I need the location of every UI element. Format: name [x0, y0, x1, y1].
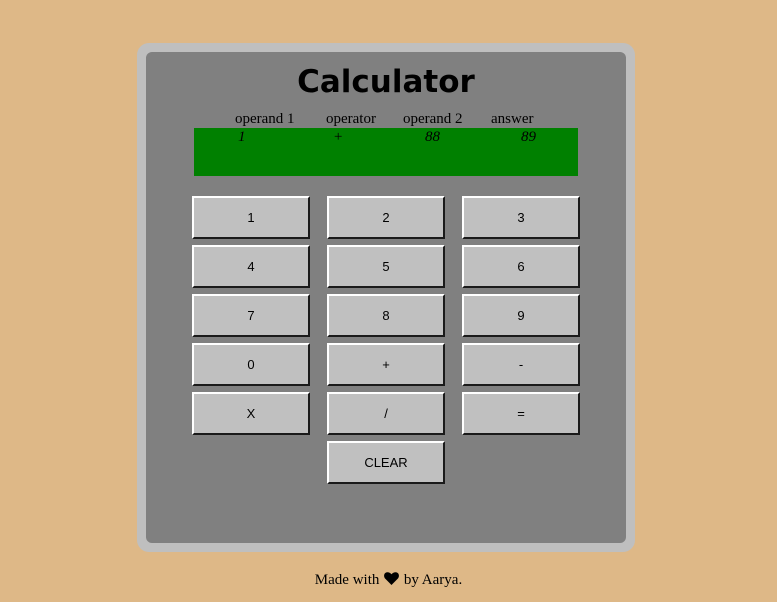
operand-2-value: 88 — [425, 129, 440, 145]
key-6-button[interactable]: 6 — [462, 245, 580, 288]
page-title: Calculator — [297, 64, 475, 100]
key-2-button[interactable]: 2 — [327, 196, 445, 239]
multiply-button[interactable]: X — [192, 392, 310, 435]
operand-1-label: operand 1 — [235, 111, 295, 127]
footer: Made with by Aarya. — [0, 571, 777, 590]
answer-label: answer — [491, 111, 534, 127]
add-button[interactable]: + — [327, 343, 445, 386]
operand-1-value: 1 — [238, 129, 246, 145]
key-4-button[interactable]: 4 — [192, 245, 310, 288]
key-9-button[interactable]: 9 — [462, 294, 580, 337]
subtract-button[interactable]: - — [462, 343, 580, 386]
answer-value: 89 — [521, 129, 536, 145]
key-8-button[interactable]: 8 — [327, 294, 445, 337]
key-0-button[interactable]: 0 — [192, 343, 310, 386]
footer-suffix: by Aarya. — [403, 572, 463, 588]
operator-label: operator — [326, 111, 376, 127]
key-3-button[interactable]: 3 — [462, 196, 580, 239]
clear-button[interactable]: CLEAR — [327, 441, 445, 484]
divide-button[interactable]: / — [327, 392, 445, 435]
operator-value: + — [333, 129, 344, 145]
key-5-button[interactable]: 5 — [327, 245, 445, 288]
key-7-button[interactable]: 7 — [192, 294, 310, 337]
key-1-button[interactable]: 1 — [192, 196, 310, 239]
equals-button[interactable]: = — [462, 392, 580, 435]
footer-prefix: Made with — [314, 572, 380, 588]
operand-2-label: operand 2 — [403, 111, 463, 127]
heart-icon — [384, 572, 400, 590]
